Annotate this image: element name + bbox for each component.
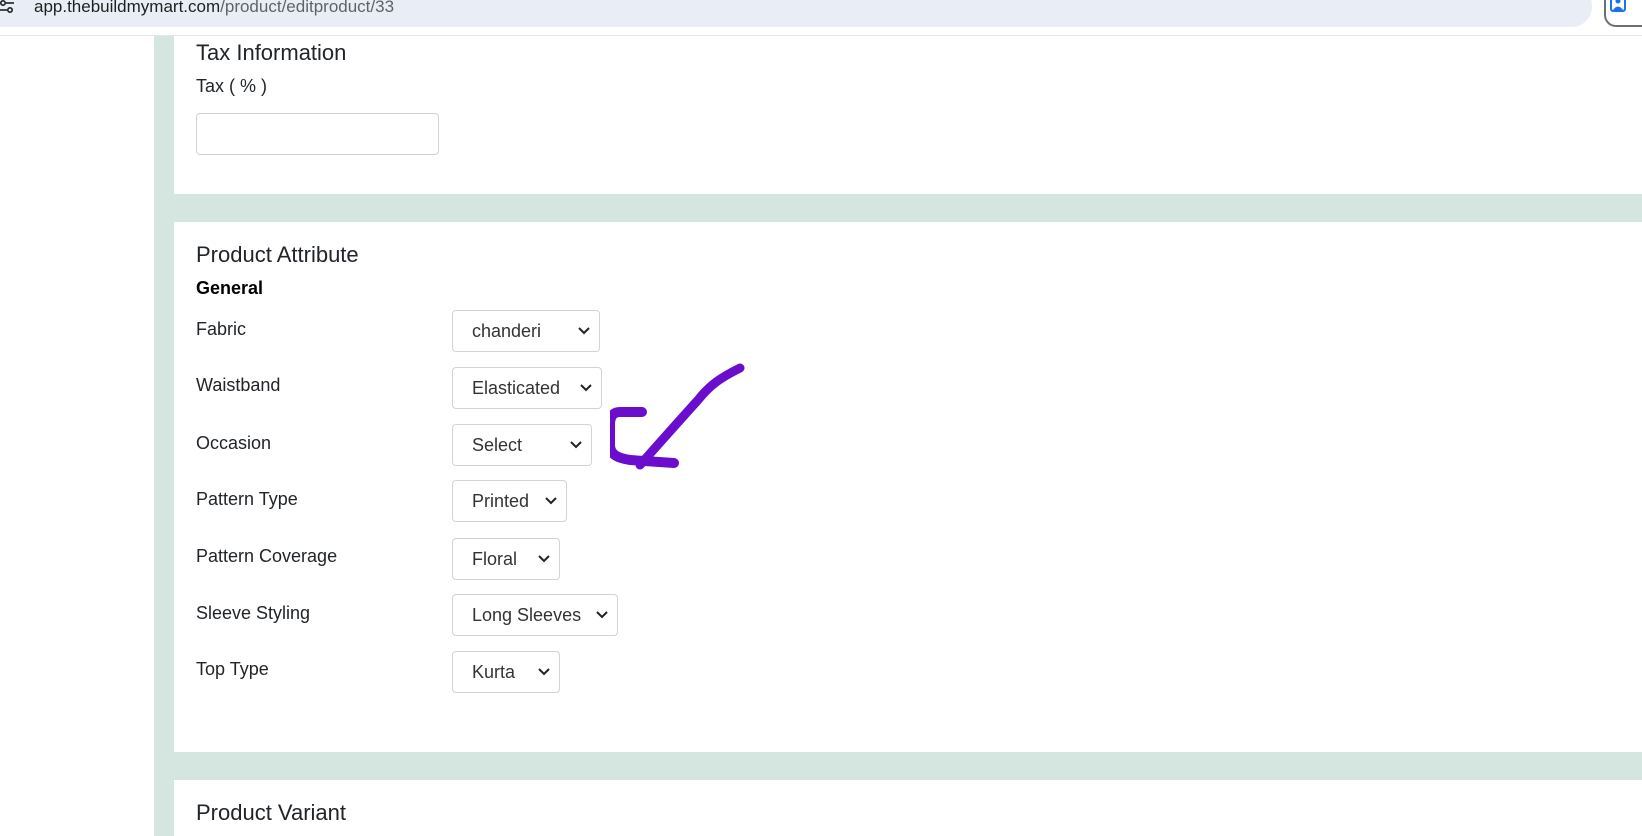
chevron-down-icon xyxy=(570,441,582,449)
sleeve-styling-select-value: Long Sleeves xyxy=(472,605,582,625)
pattern-type-select-value: Printed xyxy=(472,491,530,511)
browser-address-bar: app.thebuildmymart.com/product/editprodu… xyxy=(0,0,1642,36)
site-info-icon[interactable] xyxy=(0,0,14,16)
chevron-down-icon xyxy=(596,611,608,619)
profile-icon xyxy=(1610,0,1626,12)
pattern-coverage-select[interactable]: Floral xyxy=(452,538,560,580)
product-variant-card: Product Variant xyxy=(174,780,1642,836)
annotation-arrow-icon xyxy=(610,363,745,470)
fabric-label: Fabric xyxy=(196,319,247,339)
tax-label: Tax ( % ) xyxy=(196,76,268,96)
waistband-select-value: Elasticated xyxy=(472,378,561,398)
fabric-select[interactable]: chanderi xyxy=(452,310,600,352)
url-text[interactable]: app.thebuildmymart.com/product/editprodu… xyxy=(34,0,394,17)
occasion-select[interactable]: Select xyxy=(452,424,592,466)
waistband-label: Waistband xyxy=(196,375,281,395)
url-domain: app.thebuildmymart.com xyxy=(34,0,221,16)
page-content: Tax Information Tax ( % ) Product Attrib… xyxy=(0,36,1642,836)
top-type-select-value: Kurta xyxy=(472,662,516,682)
tax-information-card: Tax Information Tax ( % ) xyxy=(174,36,1642,194)
chevron-down-icon xyxy=(538,555,550,563)
pattern-type-label: Pattern Type xyxy=(196,489,298,509)
waistband-select[interactable]: Elasticated xyxy=(452,367,602,409)
pattern-type-select[interactable]: Printed xyxy=(452,480,567,522)
sleeve-styling-select[interactable]: Long Sleeves xyxy=(452,594,618,636)
variant-section-title: Product Variant xyxy=(196,800,347,825)
product-attribute-card: Product Attribute General Fabric chander… xyxy=(174,222,1642,752)
url-path: /product/editproduct/33 xyxy=(220,0,395,16)
pattern-coverage-select-value: Floral xyxy=(472,549,518,569)
tax-section-title: Tax Information xyxy=(196,40,347,65)
top-type-select[interactable]: Kurta xyxy=(452,651,560,693)
chevron-down-icon xyxy=(545,497,557,505)
general-heading: General xyxy=(196,278,264,298)
top-type-label: Top Type xyxy=(196,659,269,679)
attribute-section-title: Product Attribute xyxy=(196,242,359,267)
fabric-select-value: chanderi xyxy=(472,321,542,341)
tax-input[interactable] xyxy=(196,113,439,155)
chevron-down-icon xyxy=(578,327,590,335)
occasion-select-value: Select xyxy=(472,435,523,455)
occasion-label: Occasion xyxy=(196,433,272,453)
chevron-down-icon xyxy=(538,668,550,676)
chevron-down-icon xyxy=(580,384,592,392)
sleeve-styling-label: Sleeve Styling xyxy=(196,603,311,623)
pattern-coverage-label: Pattern Coverage xyxy=(196,546,338,566)
